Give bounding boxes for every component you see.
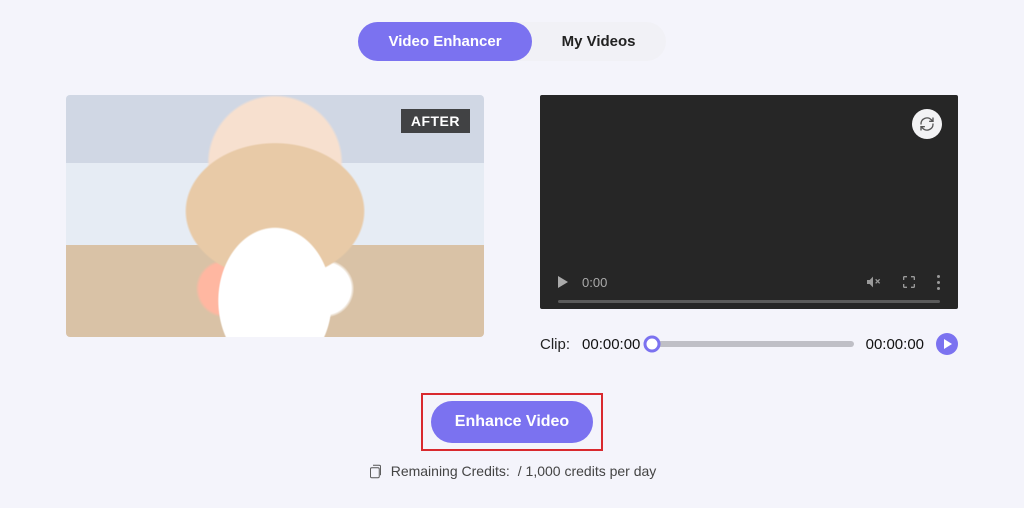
- highlight-box: Enhance Video: [421, 393, 603, 451]
- credits-icon: [368, 464, 383, 479]
- tab-video-enhancer[interactable]: Video Enhancer: [358, 22, 531, 61]
- tab-bar: Video Enhancer My Videos: [0, 0, 1024, 61]
- clip-start-time: 00:00:00: [582, 336, 640, 353]
- credits-label: Remaining Credits:: [391, 463, 510, 479]
- clip-play-button[interactable]: [936, 333, 958, 355]
- video-controls: 0:00: [540, 253, 958, 309]
- after-badge: AFTER: [401, 109, 470, 133]
- clip-slider-thumb[interactable]: [644, 336, 661, 353]
- mute-icon[interactable]: [865, 274, 881, 290]
- sample-panel: AFTER: [66, 95, 484, 355]
- enhance-section: Enhance Video: [0, 393, 1024, 451]
- credits-rate: / 1,000 credits per day: [518, 463, 657, 479]
- video-progress[interactable]: [558, 300, 940, 303]
- refresh-icon[interactable]: [912, 109, 942, 139]
- more-icon[interactable]: [937, 275, 940, 290]
- enhance-video-button[interactable]: Enhance Video: [431, 401, 593, 443]
- tab-my-videos[interactable]: My Videos: [532, 22, 666, 61]
- video-panel: 0:00 Clip: 00:00:00 00:00:00: [540, 95, 958, 355]
- play-icon[interactable]: [558, 276, 568, 288]
- video-player[interactable]: 0:00: [540, 95, 958, 309]
- clip-controls: Clip: 00:00:00 00:00:00: [540, 333, 958, 355]
- sample-image: AFTER: [66, 95, 484, 337]
- main-panels: AFTER 0:00: [0, 95, 1024, 355]
- clip-label: Clip:: [540, 336, 570, 353]
- tab-pill: Video Enhancer My Videos: [358, 22, 665, 61]
- fullscreen-icon[interactable]: [901, 274, 917, 290]
- clip-end-time: 00:00:00: [866, 336, 924, 353]
- clip-slider[interactable]: [652, 341, 853, 347]
- video-time: 0:00: [582, 275, 607, 290]
- credits-row: Remaining Credits: / 1,000 credits per d…: [0, 463, 1024, 479]
